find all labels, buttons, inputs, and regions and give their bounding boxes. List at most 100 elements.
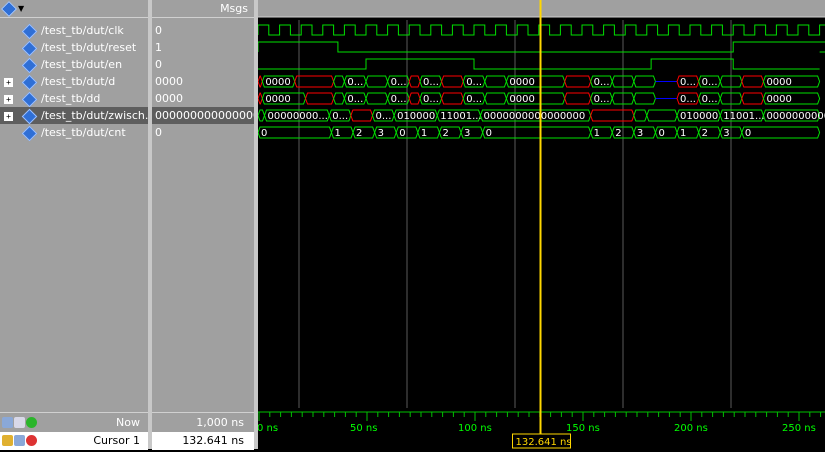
en-waveform (258, 58, 820, 70)
bus-dd-label: 0... (391, 94, 407, 105)
bus-cnt-label: 1 (594, 128, 600, 139)
bus-d-segment (564, 75, 592, 88)
bus-cnt-label: 1 (680, 128, 686, 139)
bus-cnt-segment (257, 126, 332, 139)
bus-d-label: 0... (702, 77, 718, 88)
signal-row[interactable]: /test_tb/dut/cnt (0, 124, 148, 141)
bus-dd-segment (741, 92, 764, 105)
window-icon[interactable] (14, 417, 25, 428)
bus-d-segment (408, 75, 421, 88)
signal-value: 0000 (155, 75, 183, 88)
value-row[interactable]: 0000000000000000 (152, 107, 254, 124)
timeline-label: 250 ns (782, 423, 816, 434)
bus-d-segment (741, 75, 764, 88)
expand-icon[interactable]: + (4, 78, 13, 87)
bus-dd-segment (333, 92, 345, 105)
signal-name: /test_tb/dut/en (41, 58, 123, 71)
bus-zwisch-label: 00000000... (267, 111, 327, 122)
bus-zwisch-segment (590, 109, 635, 122)
timeline-label: 50 ns (350, 423, 377, 434)
signal-names-pane[interactable]: ▼ /test_tb/dut/clk/test_tb/dut/reset/tes… (0, 0, 149, 449)
signal-row[interactable]: + /test_tb/dut/d (0, 73, 148, 90)
value-row[interactable]: 0000 (152, 90, 254, 107)
bus-cnt-label: 3 (378, 128, 384, 139)
bus-dd-segment (484, 92, 507, 105)
names-header: ▼ (0, 0, 148, 18)
bus-zwisch-label: 11001... (723, 111, 764, 122)
cursor-value: 132.641 ns (182, 434, 244, 447)
signal-values-pane[interactable]: Msgs 0100000000000000000000000000 (152, 0, 254, 449)
bus-d-label: 0... (391, 77, 407, 88)
bus-cnt-segment (741, 126, 821, 139)
bus-d-segment (441, 75, 464, 88)
bus-cnt-label: 2 (615, 128, 621, 139)
signal-value: 0000 (155, 92, 183, 105)
value-row[interactable]: 0 (152, 56, 254, 73)
bus-dd-label: 0... (347, 94, 363, 105)
bus-dd-segment (365, 92, 389, 105)
values-header: Msgs (152, 0, 254, 18)
bus-cnt-label: 3 (637, 128, 643, 139)
signal-name: /test_tb/dut/zwisch... (41, 109, 148, 122)
bus-zwisch-segment (646, 109, 678, 122)
bus-cnt-label: 1 (334, 128, 340, 139)
wrench-icon[interactable] (14, 435, 25, 446)
bus-dd-segment (441, 92, 464, 105)
signal-row[interactable]: + /test_tb/dd (0, 90, 148, 107)
now-value: 1,000 ns (196, 416, 244, 429)
expand-icon[interactable]: + (4, 95, 13, 104)
waveform-canvas[interactable]: 0000 0... 0... 0... 0... 0000 0... 0... 0... 0000… (257, 0, 825, 449)
timeline-label: 0 ns (258, 423, 278, 434)
value-row[interactable]: 0000 (152, 73, 254, 90)
chevron-down-icon[interactable]: ▼ (18, 4, 24, 13)
signal-row[interactable]: /test_tb/dut/reset (0, 39, 148, 56)
bus-cnt-label: 3 (464, 128, 470, 139)
signal-value: 0 (155, 126, 162, 139)
value-row[interactable]: 0 (152, 22, 254, 39)
bus-d-segment (633, 75, 656, 88)
wave-add-icon[interactable] (1, 1, 17, 17)
signal-diamond-icon (21, 108, 38, 124)
bus-cnt-label: 0 (486, 128, 492, 139)
bus-dd-segment (633, 92, 656, 105)
bus-dd-label: 0000 (766, 94, 791, 105)
zoom-icon[interactable] (2, 417, 13, 428)
delete-cursor-icon[interactable] (26, 435, 37, 446)
value-row[interactable]: 0 (152, 124, 254, 141)
bus-d-label: 0... (680, 77, 696, 88)
timeline-label: 100 ns (458, 423, 492, 434)
bus-dd-segment (564, 92, 592, 105)
bus-cnt-segment (482, 126, 592, 139)
cursor-row[interactable]: Cursor 1 (0, 432, 148, 450)
bus-cnt-label: 2 (356, 128, 362, 139)
bus-dd-label: 0... (702, 94, 718, 105)
msgs-label: Msgs (220, 2, 248, 15)
expand-icon[interactable]: + (4, 112, 13, 121)
bus-cnt-label: 2 (702, 128, 708, 139)
lock-icon[interactable] (2, 435, 13, 446)
bus-d-label: 0... (347, 77, 363, 88)
value-row[interactable]: 1 (152, 39, 254, 56)
wave-pane[interactable]: 0000 0... 0... 0... 0... 0000 0... 0... 0... 0000… (257, 0, 825, 449)
signal-row[interactable]: + /test_tb/dut/zwisch... (0, 107, 148, 124)
signal-row[interactable]: /test_tb/dut/en (0, 56, 148, 73)
bus-zwisch-segment (350, 109, 374, 122)
timeline-label: 150 ns (566, 423, 600, 434)
cursor-value-row: 132.641 ns (152, 432, 254, 450)
signal-name: /test_tb/dut/clk (41, 24, 124, 37)
now-value-row: 1,000 ns (152, 414, 254, 432)
timeline-label: 200 ns (674, 423, 708, 434)
bus-dd-label: 0000 (509, 94, 534, 105)
bus-cnt-label: 0 (261, 128, 267, 139)
now-label: Now (116, 416, 140, 429)
bus-dd-segment (304, 92, 335, 105)
signal-name: /test_tb/dut/d (41, 75, 116, 88)
signal-diamond-icon (21, 74, 38, 90)
bus-cnt-label: 3 (723, 128, 729, 139)
signal-value: 0 (155, 58, 162, 71)
bus-cnt-label: 0 (745, 128, 751, 139)
bus-zwisch-label: 0000000000... (766, 111, 825, 122)
add-cursor-icon[interactable] (26, 417, 37, 428)
signal-name: /test_tb/dut/cnt (41, 126, 126, 139)
signal-row[interactable]: /test_tb/dut/clk (0, 22, 148, 39)
